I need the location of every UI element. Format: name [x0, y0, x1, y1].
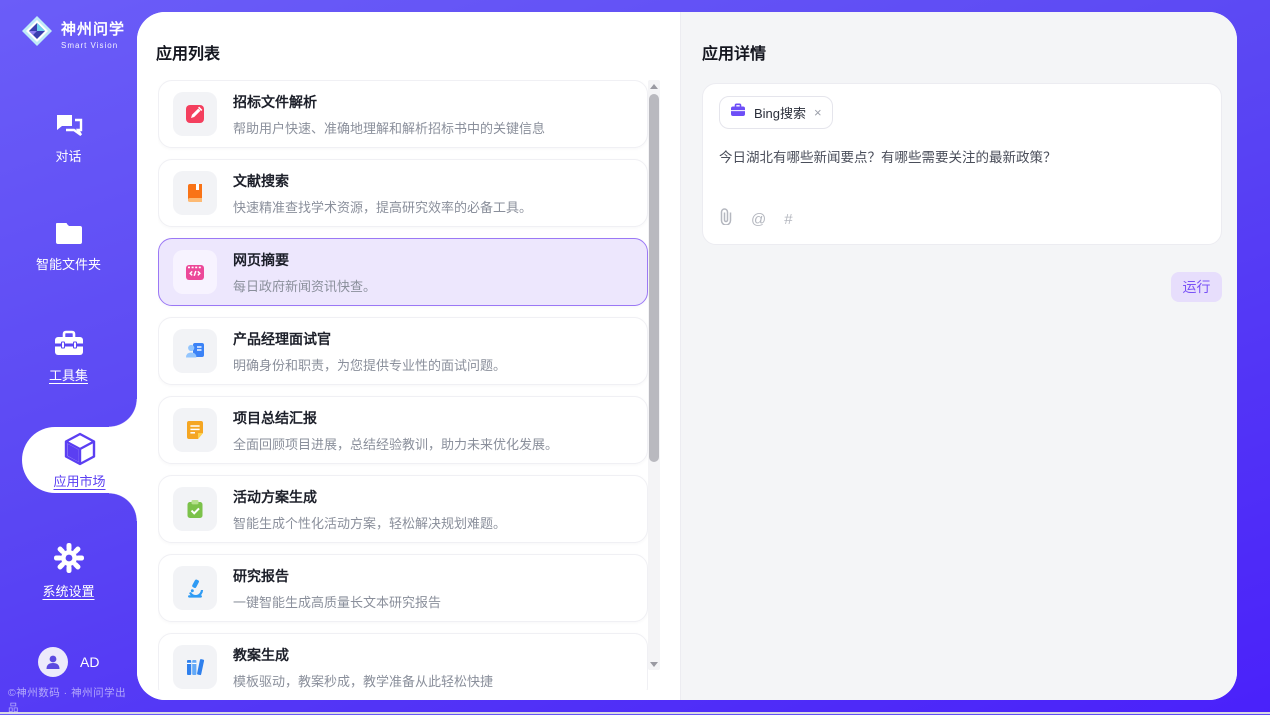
interviewer-icon	[173, 329, 217, 373]
attachment-toolbar: @ #	[719, 208, 793, 230]
sidebar-item-settings[interactable]: 系统设置	[0, 543, 137, 600]
brand-subtitle: Smart Vision	[61, 41, 125, 50]
scroll-up-icon[interactable]	[648, 80, 660, 92]
tool-chip-bing-search[interactable]: Bing搜索 ×	[719, 96, 833, 129]
app-item-project-summary[interactable]: 项目总结汇报 全面回顾项目进展，总结经验教训，助力未来优化发展。	[158, 396, 648, 464]
app-item-desc: 一键智能生成高质量长文本研究报告	[233, 592, 441, 611]
prompt-text[interactable]: 今日湖北有哪些新闻要点？有哪些需要关注的最新政策？	[719, 146, 1205, 166]
app-item-desc: 帮助用户快速、准确地理解和解析招标书中的关键信息	[233, 118, 545, 137]
brand-name: 神州问学	[61, 18, 125, 39]
sidebar-item-label: 工具集	[0, 365, 137, 384]
app-item-desc: 快速精准查找学术资源，提高研究效率的必备工具。	[233, 197, 532, 216]
app-detail-title: 应用详情	[702, 40, 766, 64]
app-item-desc: 全面回顾项目进展，总结经验教训，助力未来优化发展。	[233, 434, 558, 453]
logo-diamond-icon	[20, 14, 54, 53]
app-item-title: 文献搜索	[233, 171, 532, 191]
gear-icon	[0, 543, 137, 573]
app-item-pm-interviewer[interactable]: 产品经理面试官 明确身份和职责，为您提供专业性的面试问题。	[158, 317, 648, 385]
app-item-event-plan[interactable]: 活动方案生成 智能生成个性化活动方案，轻松解决规划难题。	[158, 475, 648, 543]
app-item-title: 招标文件解析	[233, 92, 545, 112]
app-item-title: 活动方案生成	[233, 487, 506, 507]
app-item-desc: 模板驱动，教案秒成，教学准备从此轻松快捷	[233, 671, 493, 690]
books-icon	[173, 645, 217, 689]
tool-chip-label: Bing搜索	[754, 103, 806, 122]
app-item-desc: 每日政府新闻资讯快查。	[233, 276, 376, 295]
close-icon[interactable]: ×	[814, 106, 822, 119]
toolbox-icon	[0, 330, 137, 357]
sidebar: 神州问学 Smart Vision 对话 智能文件夹	[0, 0, 137, 714]
at-icon[interactable]: @	[751, 211, 766, 228]
app-item-literature-search[interactable]: 文献搜索 快速精准查找学术资源，提高研究效率的必备工具。	[158, 159, 648, 227]
app-item-desc: 明确身份和职责，为您提供专业性的面试问题。	[233, 355, 506, 374]
app-item-research-report[interactable]: 研究报告 一键智能生成高质量长文本研究报告	[158, 554, 648, 622]
sidebar-item-label: 智能文件夹	[0, 254, 137, 273]
avatar	[38, 647, 68, 677]
sidebar-item-label: 对话	[0, 146, 137, 165]
app-list-scrollbar[interactable]	[648, 80, 660, 670]
note-icon	[173, 408, 217, 452]
app-item-title: 教案生成	[233, 645, 493, 665]
user-account[interactable]: AD	[38, 647, 99, 677]
copyright-text: ©神州数码 · 神州问学出品	[8, 685, 137, 715]
browser-code-icon	[173, 250, 217, 294]
app-detail-panel: 应用详情 Bing搜索 × 今日湖北有哪些新闻要点？有哪些需要关注的最新政策？	[681, 12, 1237, 700]
sidebar-item-label: 应用市场	[22, 471, 137, 490]
prompt-card[interactable]: Bing搜索 × 今日湖北有哪些新闻要点？有哪些需要关注的最新政策？ @ #	[702, 83, 1222, 245]
book-icon	[173, 171, 217, 215]
sidebar-item-label: 系统设置	[0, 581, 137, 600]
main-content: 应用列表 招标文件解析 帮助用户快速、准确地理解和解析招标书中的关键信息	[137, 12, 1237, 700]
app-window: { "brand": { "name": "神州问学", "subtitle":…	[0, 0, 1270, 714]
brand-logo: 神州问学 Smart Vision	[0, 0, 137, 53]
app-item-title: 产品经理面试官	[233, 329, 506, 349]
cube-icon	[22, 431, 137, 467]
user-initials: AD	[80, 654, 99, 670]
clipboard-check-icon	[173, 487, 217, 531]
chat-icon	[0, 112, 137, 138]
app-item-title: 网页摘要	[233, 250, 376, 270]
app-item-web-summary[interactable]: 网页摘要 每日政府新闻资讯快查。	[158, 238, 648, 306]
app-item-title: 研究报告	[233, 566, 441, 586]
app-item-desc: 智能生成个性化活动方案，轻松解决规划难题。	[233, 513, 506, 532]
app-list-title: 应用列表	[156, 40, 220, 64]
sidebar-item-toolset[interactable]: 工具集	[0, 330, 137, 384]
pen-square-icon	[173, 92, 217, 136]
app-item-title: 项目总结汇报	[233, 408, 558, 428]
sidebar-item-chat[interactable]: 对话	[0, 112, 137, 165]
sidebar-item-smart-folder[interactable]: 智能文件夹	[0, 222, 137, 273]
app-item-lesson-plan[interactable]: 教案生成 模板驱动，教案秒成，教学准备从此轻松快捷	[158, 633, 648, 690]
app-list: 招标文件解析 帮助用户快速、准确地理解和解析招标书中的关键信息 文献搜索 快速精…	[158, 80, 648, 690]
run-button[interactable]: 运行	[1171, 272, 1222, 302]
scroll-down-icon[interactable]	[648, 658, 660, 670]
sidebar-item-app-market[interactable]: 应用市场	[22, 427, 137, 493]
folder-icon	[0, 222, 137, 246]
app-list-panel: 应用列表 招标文件解析 帮助用户快速、准确地理解和解析招标书中的关键信息	[137, 12, 681, 700]
hash-icon[interactable]: #	[784, 211, 792, 228]
paperclip-icon[interactable]	[719, 208, 733, 230]
briefcase-icon	[730, 103, 746, 122]
microscope-icon	[173, 566, 217, 610]
scrollbar-thumb[interactable]	[649, 94, 659, 462]
app-item-bid-document-parse[interactable]: 招标文件解析 帮助用户快速、准确地理解和解析招标书中的关键信息	[158, 80, 648, 148]
